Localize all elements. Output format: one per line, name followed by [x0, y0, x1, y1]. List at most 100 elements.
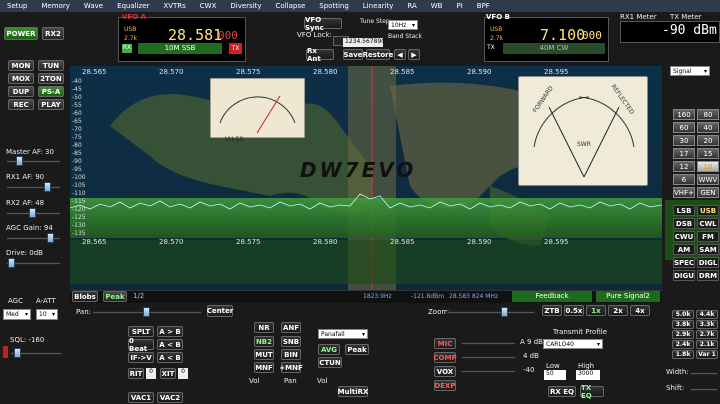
zoom-slider[interactable] — [447, 311, 535, 314]
rx2-button[interactable]: RX2 — [42, 27, 64, 40]
mox-button[interactable]: MOX — [8, 73, 34, 84]
avg-button[interactable]: AVG — [318, 344, 340, 355]
filter-button-var-1[interactable]: Var 1 — [696, 350, 718, 359]
dexp-button[interactable]: DEXP — [434, 380, 456, 391]
bin-button[interactable]: BIN — [281, 349, 301, 360]
rec-button[interactable]: REC — [8, 99, 34, 110]
rx1-af-slider[interactable] — [6, 186, 61, 189]
zoom-button-4x[interactable]: 4x — [630, 305, 650, 316]
save-button[interactable]: Save — [343, 49, 363, 60]
mic-gain-slider[interactable] — [461, 342, 516, 345]
zoom-button-0-5x[interactable]: 0.5x — [564, 305, 584, 316]
mode-button-cwl[interactable]: CWL — [697, 218, 719, 229]
menu-item-setup[interactable]: Setup — [0, 2, 34, 10]
center-button[interactable]: Center — [207, 305, 233, 317]
b-to-a-button[interactable]: A < B — [157, 339, 183, 350]
band-button-vhf[interactable]: VHF+ — [673, 187, 695, 198]
filter-button-4-4k[interactable]: 4.4k — [696, 310, 718, 319]
nr-button[interactable]: NR — [254, 322, 274, 333]
menu-item-xvtrs[interactable]: XVTRs — [156, 2, 192, 10]
tune-step-select[interactable]: 10Hz — [388, 20, 418, 30]
mode-button-sam[interactable]: SAM — [697, 244, 719, 255]
band-stack-next-button[interactable]: ▶ — [408, 49, 420, 60]
vfo-b-frequency-sub[interactable]: 000 — [582, 29, 602, 42]
split-button[interactable]: SPLT — [128, 326, 154, 337]
shift-slider[interactable] — [690, 388, 718, 391]
high-input[interactable]: 3000 — [576, 370, 600, 380]
vac2-button[interactable]: VAC2 — [157, 392, 183, 403]
menu-item-bpf[interactable]: BPF — [470, 2, 497, 10]
rit-button[interactable]: RIT — [128, 368, 144, 379]
vfo-sync-button[interactable]: VFO Sync — [304, 16, 342, 32]
mode-button-cwu[interactable]: CWU — [673, 231, 695, 242]
mode-button-dsb[interactable]: DSB — [673, 218, 695, 229]
filter-button-3-3k[interactable]: 3.3k — [696, 320, 718, 329]
a-swap-b-button[interactable]: A < B — [157, 352, 183, 363]
pan-thumb[interactable] — [143, 307, 150, 317]
zoom-button-ztb[interactable]: ZTB — [542, 305, 562, 316]
band-button-160[interactable]: 160 — [673, 109, 695, 120]
mode-button-digu[interactable]: DIGU — [673, 270, 695, 281]
zoom-thumb[interactable] — [501, 307, 508, 317]
mode-button-drm[interactable]: DRM — [697, 270, 719, 281]
mode-button-fm[interactable]: FM — [697, 231, 719, 242]
band-button-6[interactable]: 6 — [673, 174, 695, 185]
vfo-a-rx-badge[interactable]: RX — [122, 44, 132, 53]
drive-thumb[interactable] — [8, 258, 15, 268]
band-button-40[interactable]: 40 — [697, 122, 719, 133]
band-button-10[interactable]: 10 — [697, 161, 719, 172]
mut-button[interactable]: MUT — [254, 349, 274, 360]
menu-item-diversity[interactable]: Diversity — [223, 2, 268, 10]
vfo-a-frequency[interactable]: 28.581 — [168, 26, 222, 44]
band-button-30[interactable]: 30 — [673, 135, 695, 146]
play-button[interactable]: PLAY — [38, 99, 64, 110]
transmit-profile-select[interactable]: CARLO40 — [543, 339, 603, 349]
master-af-thumb[interactable] — [16, 156, 23, 166]
ctun-button[interactable]: CTUN — [318, 357, 342, 368]
master-af-slider[interactable] — [6, 160, 61, 163]
vfo-a-frequency-sub[interactable]: 000 — [218, 29, 238, 42]
2ton-button[interactable]: 2TON — [38, 73, 64, 84]
band-stack-prev-button[interactable]: ◀ — [394, 49, 406, 60]
filter-button-2-4k[interactable]: 2.4k — [672, 340, 694, 349]
tun-button[interactable]: TUN — [38, 60, 64, 71]
width-slider[interactable] — [690, 372, 718, 375]
mode-button-spec[interactable]: SPEC — [673, 257, 695, 268]
nb2-button[interactable]: NB2 — [254, 336, 274, 347]
band-button-80[interactable]: 80 — [697, 109, 719, 120]
meter-mode-select[interactable]: Signal — [670, 66, 710, 76]
peak-button[interactable]: Peak — [103, 291, 127, 302]
mon-button[interactable]: MON — [8, 60, 34, 71]
comp-button[interactable]: COMP — [433, 352, 457, 363]
menu-item-spotting[interactable]: Spotting — [312, 2, 355, 10]
snb-button[interactable]: SNB — [281, 336, 301, 347]
restore-button[interactable]: Restore — [363, 49, 393, 60]
display-mode-select[interactable]: Panafall — [318, 329, 368, 339]
menu-item-ra[interactable]: RA — [400, 2, 423, 10]
band-button-12[interactable]: 12 — [673, 161, 695, 172]
filter-button-1-8k[interactable]: 1.8k — [672, 350, 694, 359]
vox-slider[interactable] — [461, 370, 516, 373]
band-button-20[interactable]: 20 — [697, 135, 719, 146]
mode-button-lsb[interactable]: LSB — [673, 205, 695, 216]
menu-item-linearity[interactable]: Linearity — [356, 2, 401, 10]
band-button-17[interactable]: 17 — [673, 148, 695, 159]
filter-button-2-1k[interactable]: 2.1k — [696, 340, 718, 349]
menu-item-wave[interactable]: Wave — [77, 2, 110, 10]
vfo-b-tx-badge[interactable]: TX — [487, 44, 497, 53]
menu-item-memory[interactable]: Memory — [34, 2, 76, 10]
filter-button-3-8k[interactable]: 3.8k — [672, 320, 694, 329]
comp-slider[interactable] — [461, 356, 516, 359]
band-button-60[interactable]: 60 — [673, 122, 695, 133]
panadapter[interactable]: VU-50 FORWARD REFLECTED SWR DW7EVO 28.56… — [70, 66, 662, 290]
xit-value[interactable]: 0 — [178, 368, 188, 379]
menu-item-wb[interactable]: WB — [424, 2, 450, 10]
mode-button-digl[interactable]: DIGL — [697, 257, 719, 268]
filter-button-2-9k[interactable]: 2.9k — [672, 330, 694, 339]
vox-button[interactable]: VOX — [434, 366, 456, 377]
menu-item-collapse[interactable]: Collapse — [269, 2, 313, 10]
agc-gain-thumb[interactable] — [47, 233, 54, 243]
peak-display-button[interactable]: Peak — [345, 344, 369, 355]
filter-button-2-7k[interactable]: 2.7k — [696, 330, 718, 339]
a-to-b-button[interactable]: A > B — [157, 326, 183, 337]
